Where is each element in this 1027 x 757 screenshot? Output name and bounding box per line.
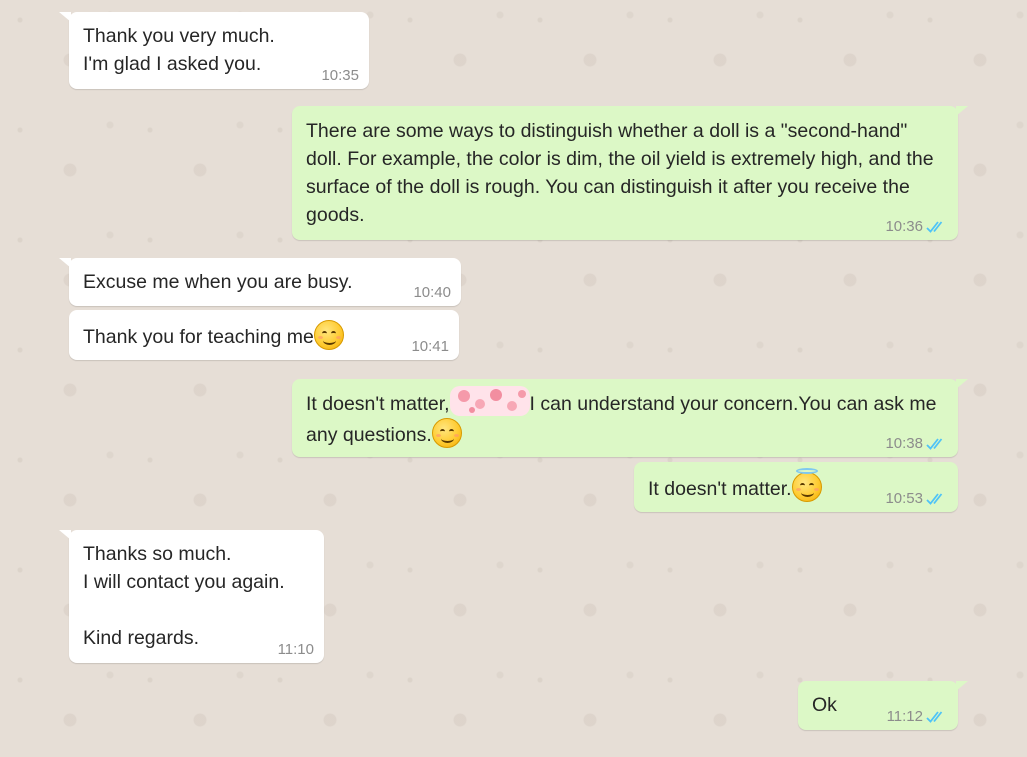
message-meta: 10:38 [885, 435, 948, 453]
message-text: There are some ways to distinguish wheth… [306, 120, 939, 226]
message-time: 10:41 [411, 338, 449, 355]
chat-background: Thank you very much. I'm glad I asked yo… [0, 0, 1027, 757]
message-meta: 11:12 [887, 708, 948, 726]
message-text: Excuse me when you are busy. [83, 271, 353, 293]
pink-hearts-sticker [449, 386, 530, 418]
smiling-face-icon [313, 320, 344, 350]
message-time: 10:36 [885, 218, 923, 235]
message-time: 11:10 [277, 641, 314, 658]
message-text: Thank you for teaching me [83, 326, 314, 348]
message-meta: 11:10 [278, 641, 314, 659]
smiling-face-icon [431, 418, 462, 448]
message-meta: 10:36 [885, 218, 948, 236]
message-time: 10:40 [413, 284, 451, 301]
message-bubble-outgoing[interactable]: It doesn't matter. 10:53 [634, 462, 958, 512]
message-bubble-incoming[interactable]: Thank you very much. I'm glad I asked yo… [59, 12, 369, 89]
message-bubble-outgoing[interactable]: It doesn't matter, I can understand your… [292, 379, 968, 457]
message-bubble-outgoing[interactable]: Ok 11:12 [798, 681, 968, 730]
double-check-read-icon [926, 493, 943, 505]
halo-face-icon [791, 468, 822, 502]
message-time: 10:53 [885, 490, 923, 507]
double-check-read-icon [926, 221, 943, 233]
message-text: Thanks so much. I will contact you again… [83, 543, 285, 649]
message-meta: 10:35 [321, 67, 359, 85]
message-time: 10:38 [885, 435, 923, 452]
message-time: 10:35 [321, 67, 359, 84]
message-meta: 10:53 [885, 490, 948, 508]
message-meta: 10:40 [413, 284, 451, 302]
message-bubble-incoming[interactable]: Excuse me when you are busy. 10:40 [59, 258, 461, 306]
message-text: Thank you very much. I'm glad I asked yo… [83, 25, 275, 75]
message-text: It doesn't matter. [648, 478, 792, 500]
message-time: 11:12 [886, 708, 923, 725]
double-check-read-icon [926, 711, 943, 723]
message-meta: 10:41 [411, 338, 449, 356]
double-check-read-icon [926, 438, 943, 450]
message-bubble-incoming[interactable]: Thank you for teaching me 10:41 [69, 310, 459, 360]
message-bubble-outgoing[interactable]: There are some ways to distinguish wheth… [292, 106, 968, 240]
message-text-wrap: It doesn't matter, I can understand your… [306, 386, 944, 449]
message-bubble-incoming[interactable]: Thanks so much. I will contact you again… [59, 530, 324, 663]
message-text: It doesn't matter, [306, 393, 450, 415]
